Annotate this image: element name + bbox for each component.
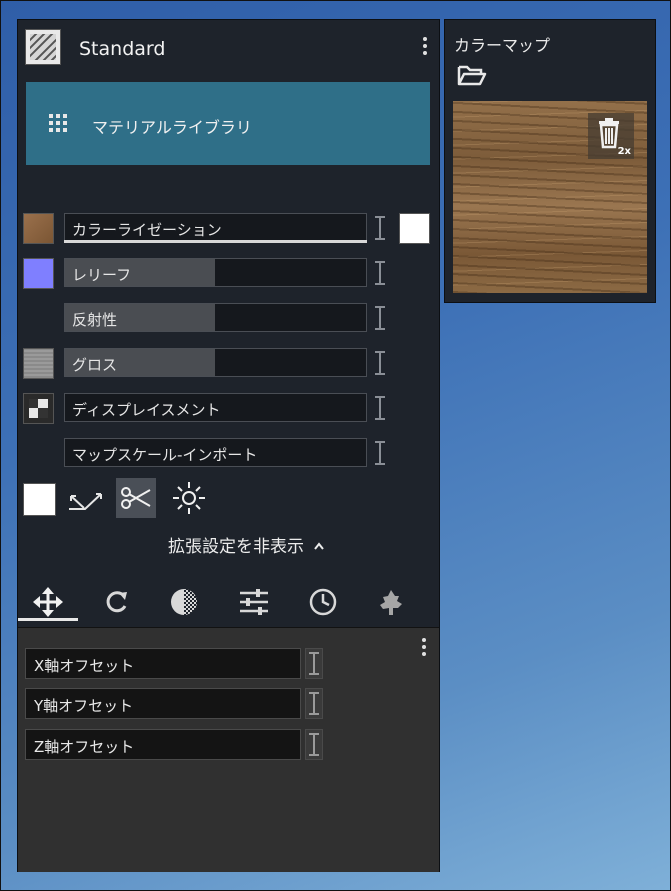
- offset-subpanel: X軸オフセット Y軸オフセット Z軸オフセット: [18, 627, 439, 872]
- reflectivity-label: 反射性: [72, 311, 118, 329]
- z-offset-label: Z軸オフセット: [34, 738, 135, 756]
- displacement-swatch[interactable]: [23, 393, 54, 424]
- multiplier-badge: 2x: [617, 146, 631, 157]
- text-cursor-icon[interactable]: [375, 350, 385, 376]
- tab-environment[interactable]: [371, 584, 411, 620]
- material-library-button[interactable]: マテリアルライブラリ: [26, 82, 430, 165]
- z-offset-field[interactable]: Z軸オフセット: [25, 729, 301, 760]
- subpanel-menu-icon[interactable]: [421, 638, 427, 659]
- chevron-up-icon: [314, 542, 325, 550]
- normal-vector-icon[interactable]: [65, 480, 105, 520]
- text-cursor-icon[interactable]: [375, 305, 385, 331]
- x-offset-field[interactable]: X軸オフセット: [25, 648, 301, 679]
- y-offset-label: Y軸オフセット: [34, 697, 134, 715]
- gloss-swatch[interactable]: [23, 348, 54, 379]
- relief-field[interactable]: レリーフ: [64, 258, 367, 287]
- tab-rotate[interactable]: [96, 584, 136, 620]
- map-scale-import-field[interactable]: マップスケール-インポート: [64, 438, 367, 467]
- more-menu-icon[interactable]: [422, 37, 428, 58]
- relief-label: レリーフ: [72, 266, 132, 284]
- gloss-label: グロス: [72, 356, 118, 374]
- checker-icon: [29, 399, 48, 418]
- map-scale-import-label: マップスケール-インポート: [72, 446, 258, 464]
- color-swatch[interactable]: [23, 213, 54, 244]
- text-cursor-icon[interactable]: [375, 260, 385, 286]
- color-map-title: カラーマップ: [454, 36, 551, 55]
- material-thumbnail[interactable]: [25, 29, 61, 65]
- colorization-slider[interactable]: [64, 240, 367, 243]
- reflectivity-field[interactable]: 反射性: [64, 303, 367, 332]
- hatch-icon: [30, 34, 56, 60]
- material-library-label: マテリアルライブラリ: [92, 118, 252, 137]
- displacement-label: ディスプレイスメント: [72, 401, 221, 419]
- x-offset-label: X軸オフセット: [34, 657, 135, 675]
- hide-advanced-toggle[interactable]: 拡張設定を非表示: [168, 532, 325, 557]
- white-color-swatch[interactable]: [399, 213, 430, 244]
- tab-contrast[interactable]: [164, 584, 204, 620]
- material-panel: Standard マテリアルライブラリ カラーライゼーション レリーフ 反射性 …: [17, 19, 440, 872]
- scissors-icon[interactable]: [116, 478, 156, 518]
- text-cursor-icon[interactable]: [375, 395, 385, 421]
- tab-sliders[interactable]: [234, 584, 274, 620]
- sun-icon[interactable]: [169, 478, 209, 518]
- z-offset-cursor-icon[interactable]: [305, 729, 323, 760]
- tab-history[interactable]: [303, 584, 343, 620]
- hide-advanced-label: 拡張設定を非表示: [168, 537, 304, 557]
- material-name: Standard: [79, 38, 166, 60]
- white-swatch[interactable]: [23, 483, 56, 516]
- open-folder-icon[interactable]: [457, 63, 487, 91]
- relief-swatch[interactable]: [23, 258, 54, 289]
- rotate-icon: [106, 591, 127, 613]
- x-offset-cursor-icon[interactable]: [305, 648, 323, 679]
- displacement-field[interactable]: ディスプレイスメント: [64, 393, 367, 422]
- contrast-icon: [171, 589, 197, 615]
- text-cursor-icon[interactable]: [375, 440, 385, 466]
- move-icon: [33, 587, 63, 617]
- active-tab-indicator: [18, 618, 78, 621]
- colorization-field[interactable]: カラーライゼーション: [64, 213, 367, 242]
- colorization-label: カラーライゼーション: [72, 221, 222, 239]
- sliders-icon: [240, 589, 268, 615]
- y-offset-cursor-icon[interactable]: [305, 688, 323, 719]
- delete-texture-button[interactable]: 2x: [588, 113, 634, 159]
- tab-move[interactable]: [28, 584, 68, 620]
- y-offset-field[interactable]: Y軸オフセット: [25, 688, 301, 719]
- clock-icon: [309, 588, 337, 616]
- tree-icon: [380, 590, 402, 615]
- gloss-field[interactable]: グロス: [64, 348, 367, 377]
- color-map-panel: カラーマップ 2x: [444, 19, 656, 303]
- text-cursor-icon[interactable]: [375, 215, 385, 241]
- grid-icon: [49, 114, 67, 132]
